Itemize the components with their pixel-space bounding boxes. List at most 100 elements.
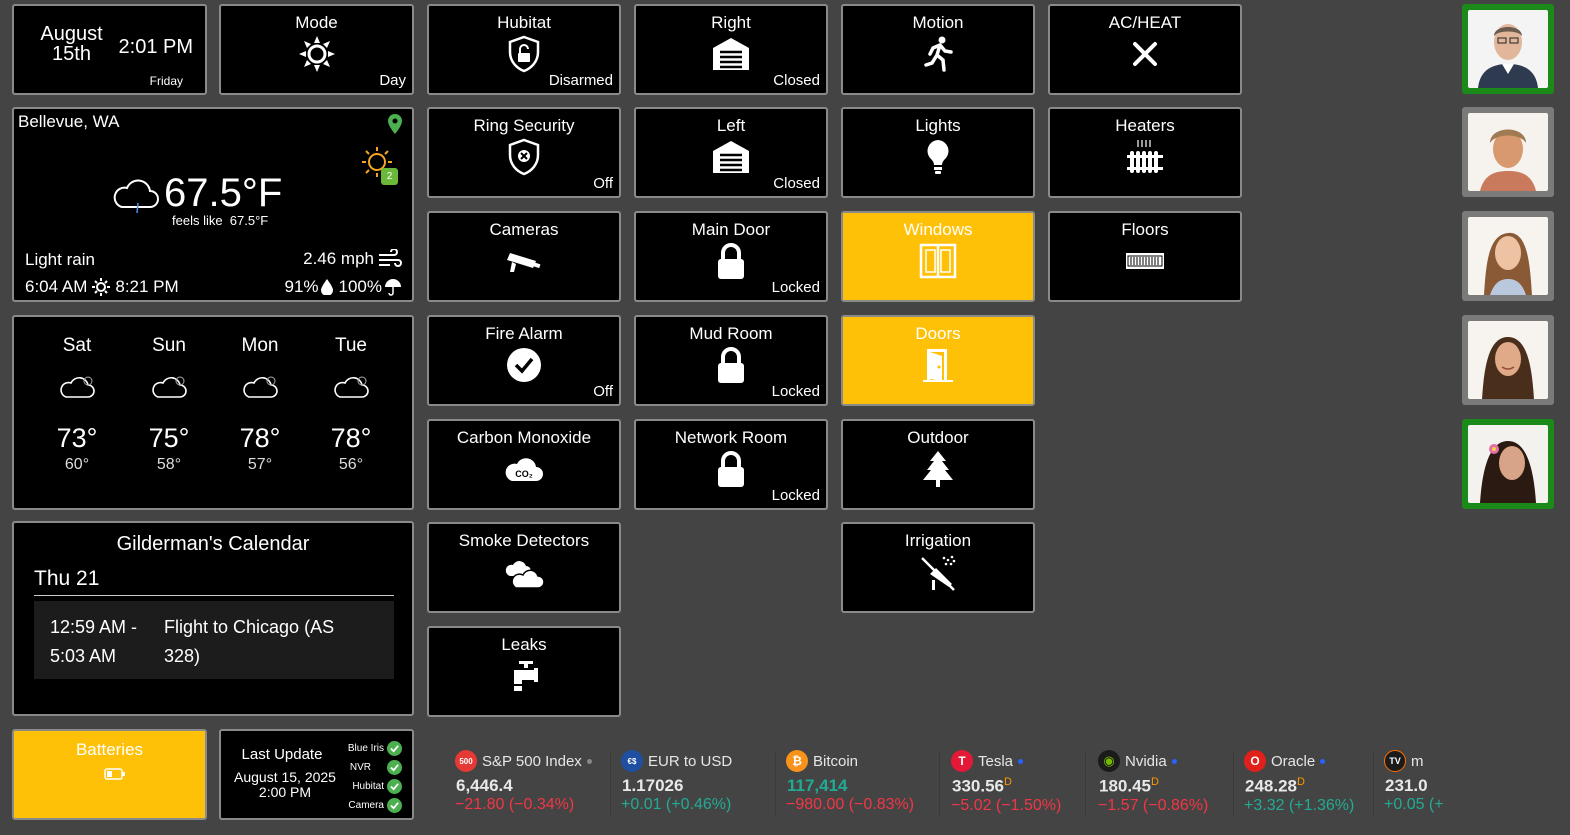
ticker-change: −980.00 (−0.83%) bbox=[786, 796, 915, 813]
current-temperature: 67.5°F bbox=[164, 171, 283, 215]
service-status: Hubitat bbox=[340, 777, 402, 796]
floor-heating-icon bbox=[1123, 241, 1167, 281]
ticker-name: Tesla bbox=[978, 752, 1014, 770]
ticker-name: S&P 500 Index bbox=[482, 752, 582, 770]
ticker-divider bbox=[610, 752, 611, 817]
outdoor-tile[interactable]: Outdoor bbox=[841, 419, 1035, 510]
tile-title: Ring Security bbox=[473, 116, 575, 135]
tile-title: Heaters bbox=[1115, 116, 1175, 135]
tile-status: Closed bbox=[773, 175, 820, 192]
tile-title: Fire Alarm bbox=[485, 324, 563, 343]
ticker-divider bbox=[1373, 752, 1374, 817]
ticker-price: 1.17026 bbox=[622, 776, 684, 795]
shield-unlock-icon bbox=[502, 34, 546, 74]
eur-usd-flag-icon: €$ bbox=[621, 750, 643, 772]
main-door-tile[interactable]: Main Door Locked bbox=[634, 211, 828, 302]
tile-title: Lights bbox=[915, 116, 961, 135]
leaks-tile[interactable]: Leaks bbox=[427, 626, 621, 717]
hubitat-tile[interactable]: Hubitat Disarmed bbox=[427, 4, 621, 95]
forecast-low: 60° bbox=[64, 456, 90, 473]
check-icon bbox=[387, 760, 402, 775]
service-name: NVR bbox=[349, 762, 371, 773]
check-icon bbox=[387, 779, 402, 794]
batteries-tile[interactable]: Batteries bbox=[12, 729, 207, 820]
door-open-icon bbox=[916, 345, 960, 385]
droplet-icon bbox=[320, 279, 333, 295]
co2-cloud-icon: CO₂ bbox=[502, 449, 546, 489]
forecast-day-name: Tue bbox=[334, 335, 368, 356]
avatar bbox=[1468, 10, 1548, 88]
bitcoin-icon: ₿ bbox=[786, 750, 808, 772]
heaters-tile[interactable]: Heaters bbox=[1048, 107, 1242, 198]
cameras-tile[interactable]: Cameras bbox=[427, 211, 621, 302]
wind-speed: 2.46 mph bbox=[303, 249, 402, 269]
status-dot bbox=[586, 758, 592, 764]
ticker-item[interactable]: T Tesla 330.56D −5.02 (−1.50%) bbox=[951, 750, 1091, 820]
presence-avatar[interactable] bbox=[1462, 315, 1554, 405]
wind-speed-value: 2.46 mph bbox=[303, 249, 374, 268]
cloud-icon bbox=[334, 376, 369, 398]
ticker-item[interactable]: €$ EUR to USD 1.17026 +0.01 (+0.46%) bbox=[621, 750, 771, 820]
service-name: Camera bbox=[348, 800, 384, 811]
mode-tile[interactable]: Mode Day bbox=[219, 4, 414, 95]
last-update-tile: Last Update August 15, 2025 2:00 PM Blue… bbox=[219, 729, 414, 820]
fire-alarm-tile[interactable]: Fire Alarm Off bbox=[427, 315, 621, 406]
forecast-day-name: Sun bbox=[152, 335, 186, 356]
service-name: Hubitat bbox=[352, 781, 384, 792]
ticker-item[interactable]: ◉ Nvidia 180.45D −1.57 (−0.86%) bbox=[1098, 750, 1238, 820]
mud-room-tile[interactable]: Mud Room Locked bbox=[634, 315, 828, 406]
forecast-day: Sat 73° 60° bbox=[32, 335, 122, 474]
tile-status: Locked bbox=[771, 279, 820, 296]
tile-status: Off bbox=[593, 175, 613, 192]
event-title: Flight to Chicago (AS 328) bbox=[164, 617, 335, 666]
ticker-item[interactable]: 500 S&P 500 Index 6,446.4 −21.80 (−0.34%) bbox=[455, 750, 605, 820]
doors-tile[interactable]: Doors bbox=[841, 315, 1035, 406]
cloud-icon bbox=[152, 376, 187, 398]
motion-tile[interactable]: Motion bbox=[841, 4, 1035, 95]
ticker-item[interactable]: ₿ Bitcoin 117,414 −980.00 (−0.83%) bbox=[786, 750, 936, 820]
calendar-event[interactable]: 12:59 AM - 5:03 AM Flight to Chicago (AS… bbox=[34, 601, 394, 679]
presence-avatar[interactable] bbox=[1462, 419, 1554, 509]
battery-icon bbox=[104, 767, 126, 786]
presence-avatar[interactable] bbox=[1462, 4, 1554, 94]
garage-right-tile[interactable]: Right Closed bbox=[634, 4, 828, 95]
irrigation-tile[interactable]: Irrigation bbox=[841, 522, 1035, 613]
weather-location: Bellevue, WA bbox=[18, 112, 120, 131]
calendar-tile[interactable]: Gilderman's Calendar Thu 21 12:59 AM - 5… bbox=[12, 521, 414, 716]
tile-title: Outdoor bbox=[907, 428, 969, 447]
smoke-detectors-tile[interactable]: Smoke Detectors bbox=[427, 522, 621, 613]
network-room-tile[interactable]: Network Room Locked bbox=[634, 419, 828, 510]
sunrise-time: 6:04 AM bbox=[25, 277, 88, 296]
service-status: Blue Iris bbox=[340, 739, 402, 758]
sun-small-icon bbox=[92, 278, 111, 296]
tile-status: Locked bbox=[771, 487, 820, 504]
ticker-price: 248.28 bbox=[1245, 776, 1297, 796]
wind-icon bbox=[379, 249, 402, 267]
garage-left-tile[interactable]: Left Closed bbox=[634, 107, 828, 198]
ticker-item[interactable]: TV m 231.0 +0.05 (+ bbox=[1384, 750, 1443, 820]
calendar-title: Gilderman's Calendar bbox=[116, 533, 310, 555]
stock-ticker[interactable]: 500 S&P 500 Index 6,446.4 −21.80 (−0.34%)… bbox=[455, 750, 1443, 825]
forecast-day: Tue 78° 56° bbox=[306, 335, 396, 474]
lock-icon bbox=[709, 241, 753, 281]
ticker-name: m bbox=[1411, 752, 1424, 770]
ticker-change: +0.01 (+0.46%) bbox=[621, 796, 732, 813]
lights-tile[interactable]: Lights bbox=[841, 107, 1035, 198]
weather-alert-badge[interactable]: 2 bbox=[381, 168, 398, 185]
presence-avatar[interactable] bbox=[1462, 107, 1554, 197]
ticker-item[interactable]: O Oracle 248.28D +3.32 (+1.36%) bbox=[1244, 750, 1384, 820]
presence-avatar[interactable] bbox=[1462, 211, 1554, 301]
tile-status: Closed bbox=[773, 72, 820, 89]
windows-tile[interactable]: Windows bbox=[841, 211, 1035, 302]
ac-heat-tile[interactable]: AC/HEAT bbox=[1048, 4, 1242, 95]
precip-value: 100% bbox=[338, 277, 382, 296]
close-icon bbox=[1123, 34, 1167, 74]
floors-tile[interactable]: Floors bbox=[1048, 211, 1242, 302]
radiator-icon bbox=[1123, 137, 1167, 177]
ring-security-tile[interactable]: Ring Security Off bbox=[427, 107, 621, 198]
ticker-price: 231.0 bbox=[1385, 776, 1428, 795]
carbon-monoxide-tile[interactable]: Carbon Monoxide CO₂ bbox=[427, 419, 621, 510]
tile-title: Right bbox=[711, 13, 751, 32]
service-status: Camera bbox=[340, 796, 402, 815]
tile-title: Smoke Detectors bbox=[458, 531, 590, 550]
